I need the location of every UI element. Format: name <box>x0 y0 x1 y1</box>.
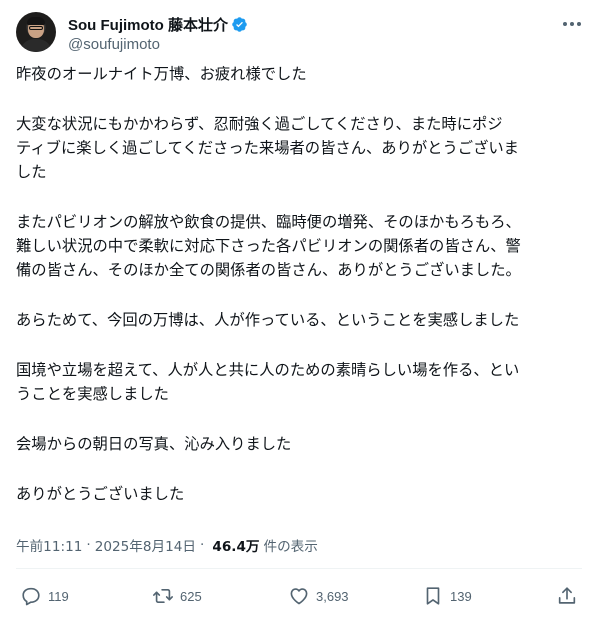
reply-count: 119 <box>48 588 69 604</box>
tweet-paragraph: ありがとうございました <box>16 485 185 503</box>
tweet-paragraph: 昨夜のオールナイト万博、お疲れ様でした <box>16 65 307 83</box>
view-count[interactable]: 46.4万 <box>212 535 259 555</box>
bookmark-icon <box>426 587 440 605</box>
bookmark-count: 139 <box>450 588 472 604</box>
divider <box>16 568 582 569</box>
avatar[interactable] <box>16 12 56 52</box>
reply-button[interactable]: 119 <box>20 584 69 608</box>
handle[interactable]: @soufujimoto <box>68 36 248 53</box>
more-dot <box>570 22 574 26</box>
share-button[interactable] <box>556 584 578 608</box>
tweet-time[interactable]: 午前11:11 <box>16 535 82 555</box>
tweet-meta: 午前11:11 · 2025年8月14日 · 46.4万 件の表示 <box>16 535 318 555</box>
author-names: Sou Fujimoto 藤本壮介 @soufujimoto <box>68 14 248 53</box>
avatar-glasses <box>29 26 43 30</box>
tweet-paragraph: またパビリオンの解放や飲食の提供、臨時便の増発、そのほかもろもろ、 難しい状況の… <box>16 213 521 279</box>
more-dot <box>576 22 581 26</box>
like-button[interactable]: 3,693 <box>288 584 349 608</box>
display-name-row: Sou Fujimoto 藤本壮介 <box>68 14 248 34</box>
meta-separator: · <box>86 537 91 553</box>
verified-badge-icon[interactable] <box>231 16 248 33</box>
meta-separator: · <box>200 537 205 553</box>
tweet-paragraph: 会場からの朝日の写真、沁み入りました <box>16 435 292 453</box>
avatar-body <box>20 39 52 52</box>
tweet-paragraph: あらためて、今回の万博は、人が作っている、ということを実感しました <box>16 311 520 329</box>
tweet-header: Sou Fujimoto 藤本壮介 @soufujimoto <box>16 12 582 56</box>
like-count: 3,693 <box>316 588 349 604</box>
repost-icon <box>153 588 173 604</box>
action-bar: 119 625 3,693 139 <box>16 572 582 620</box>
tweet-text: 昨夜のオールナイト万博、お疲れ様でした 大変な状況にもかかわらず、忍耐強く過ごし… <box>16 62 582 506</box>
more-dot <box>563 22 568 26</box>
tweet-date[interactable]: 2025年8月14日 <box>95 535 196 555</box>
bookmark-button[interactable]: 139 <box>422 584 472 608</box>
share-icon <box>558 587 576 604</box>
repost-button[interactable]: 625 <box>152 584 202 608</box>
view-count-label: 件の表示 <box>263 539 318 555</box>
avatar-hair <box>27 17 45 25</box>
heart-icon <box>290 588 308 605</box>
tweet-paragraph: 国境や立場を超えて、人が人と共に人のための素晴らしい場を作る、とい うことを実感… <box>16 361 520 403</box>
tweet-paragraph: 大変な状況にもかかわらず、忍耐強く過ごしてくださり、また時にポジ ティブに楽しく… <box>16 115 519 181</box>
repost-count: 625 <box>180 588 202 604</box>
display-name[interactable]: Sou Fujimoto 藤本壮介 <box>68 14 228 35</box>
reply-icon <box>22 587 40 606</box>
more-options-icon[interactable] <box>562 14 582 34</box>
